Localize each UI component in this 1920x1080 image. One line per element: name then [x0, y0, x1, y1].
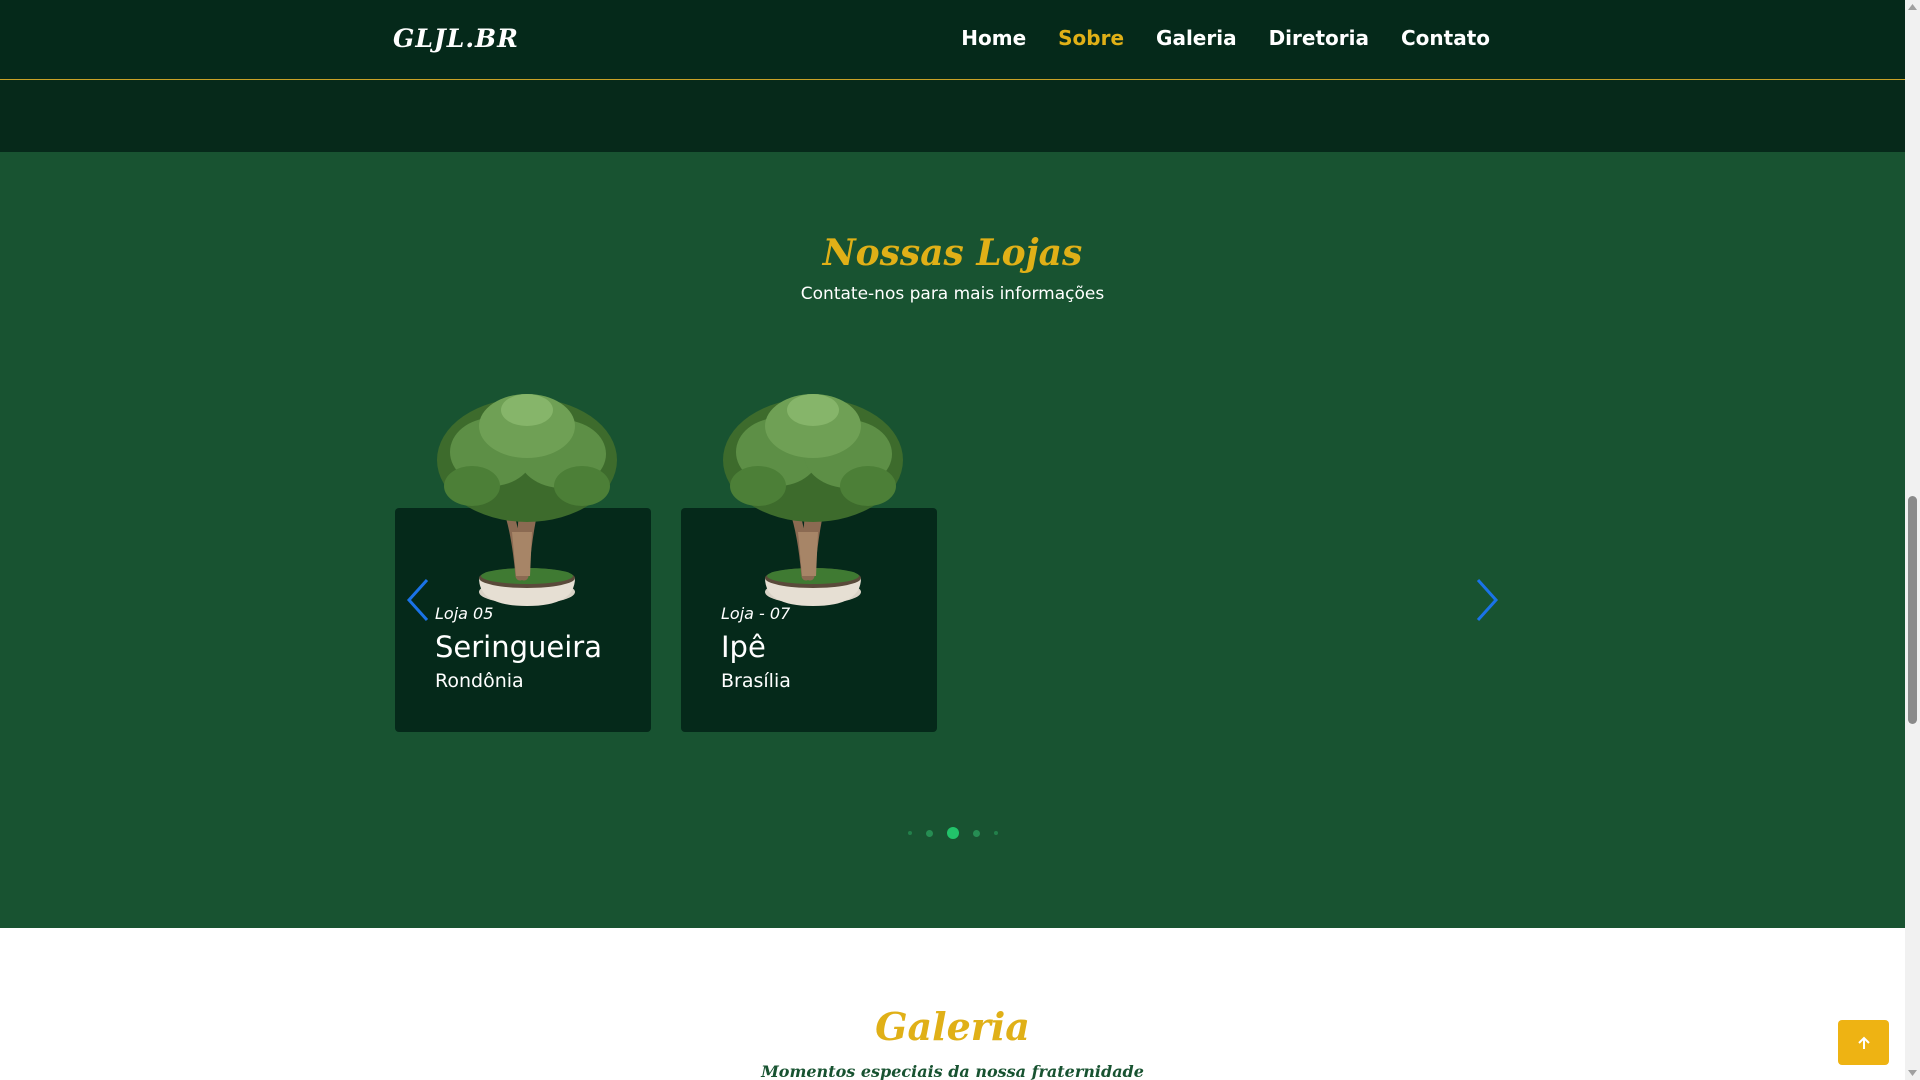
- pagination-dot[interactable]: [907, 831, 912, 835]
- scrollbar-thumb[interactable]: [1908, 496, 1917, 724]
- lojas-title: Nossas Lojas: [822, 232, 1083, 274]
- pagination-dot[interactable]: [993, 831, 998, 835]
- lojas-section: Nossas Lojas Contate-nos para mais infor…: [0, 152, 1905, 928]
- loja-card-name: Seringueira: [435, 630, 602, 664]
- bonsai-tree-image: [437, 394, 617, 606]
- nav-link-home[interactable]: Home: [961, 26, 1026, 50]
- page: GLJL.BR Home Sobre Galeria Diretoria Con…: [0, 0, 1905, 1080]
- carousel-next-button[interactable]: [1472, 576, 1502, 624]
- scroll-down-arrow-icon[interactable]: [1905, 1066, 1920, 1080]
- arrow-up-icon: [1857, 1036, 1870, 1049]
- carousel-pagination: [0, 827, 1905, 839]
- nav-link-sobre[interactable]: Sobre: [1058, 26, 1124, 50]
- vertical-scrollbar[interactable]: [1905, 0, 1920, 1080]
- navbar: GLJL.BR Home Sobre Galeria Diretoria Con…: [0, 0, 1905, 80]
- chevron-right-icon: [1476, 578, 1499, 622]
- loja-card-name: Ipê: [721, 630, 766, 664]
- lojas-subtitle: Contate-nos para mais informações: [800, 284, 1105, 304]
- chevron-left-icon: [406, 578, 429, 622]
- pagination-dot-active[interactable]: [946, 827, 959, 839]
- loja-card-place: Rondônia: [435, 670, 524, 692]
- loja-card-place: Brasília: [721, 670, 791, 692]
- bonsai-tree-image: [723, 394, 903, 606]
- pagination-dot[interactable]: [972, 829, 980, 837]
- nav-link-galeria[interactable]: Galeria: [1156, 26, 1237, 50]
- galeria-subtitle: Momentos especiais da nossa fraternidade: [761, 1062, 1144, 1080]
- nav-link-contato[interactable]: Contato: [1401, 26, 1490, 50]
- back-to-top-button[interactable]: [1838, 1020, 1889, 1065]
- pagination-dot[interactable]: [925, 829, 933, 837]
- carousel-prev-button[interactable]: [403, 576, 433, 624]
- galeria-title: Galeria: [875, 1004, 1030, 1049]
- scroll-up-arrow-icon[interactable]: [1905, 0, 1920, 14]
- nav-menu: Home Sobre Galeria Diretoria Contato: [961, 26, 1490, 50]
- brand-logo[interactable]: GLJL.BR: [393, 24, 519, 53]
- nav-link-diretoria[interactable]: Diretoria: [1269, 26, 1369, 50]
